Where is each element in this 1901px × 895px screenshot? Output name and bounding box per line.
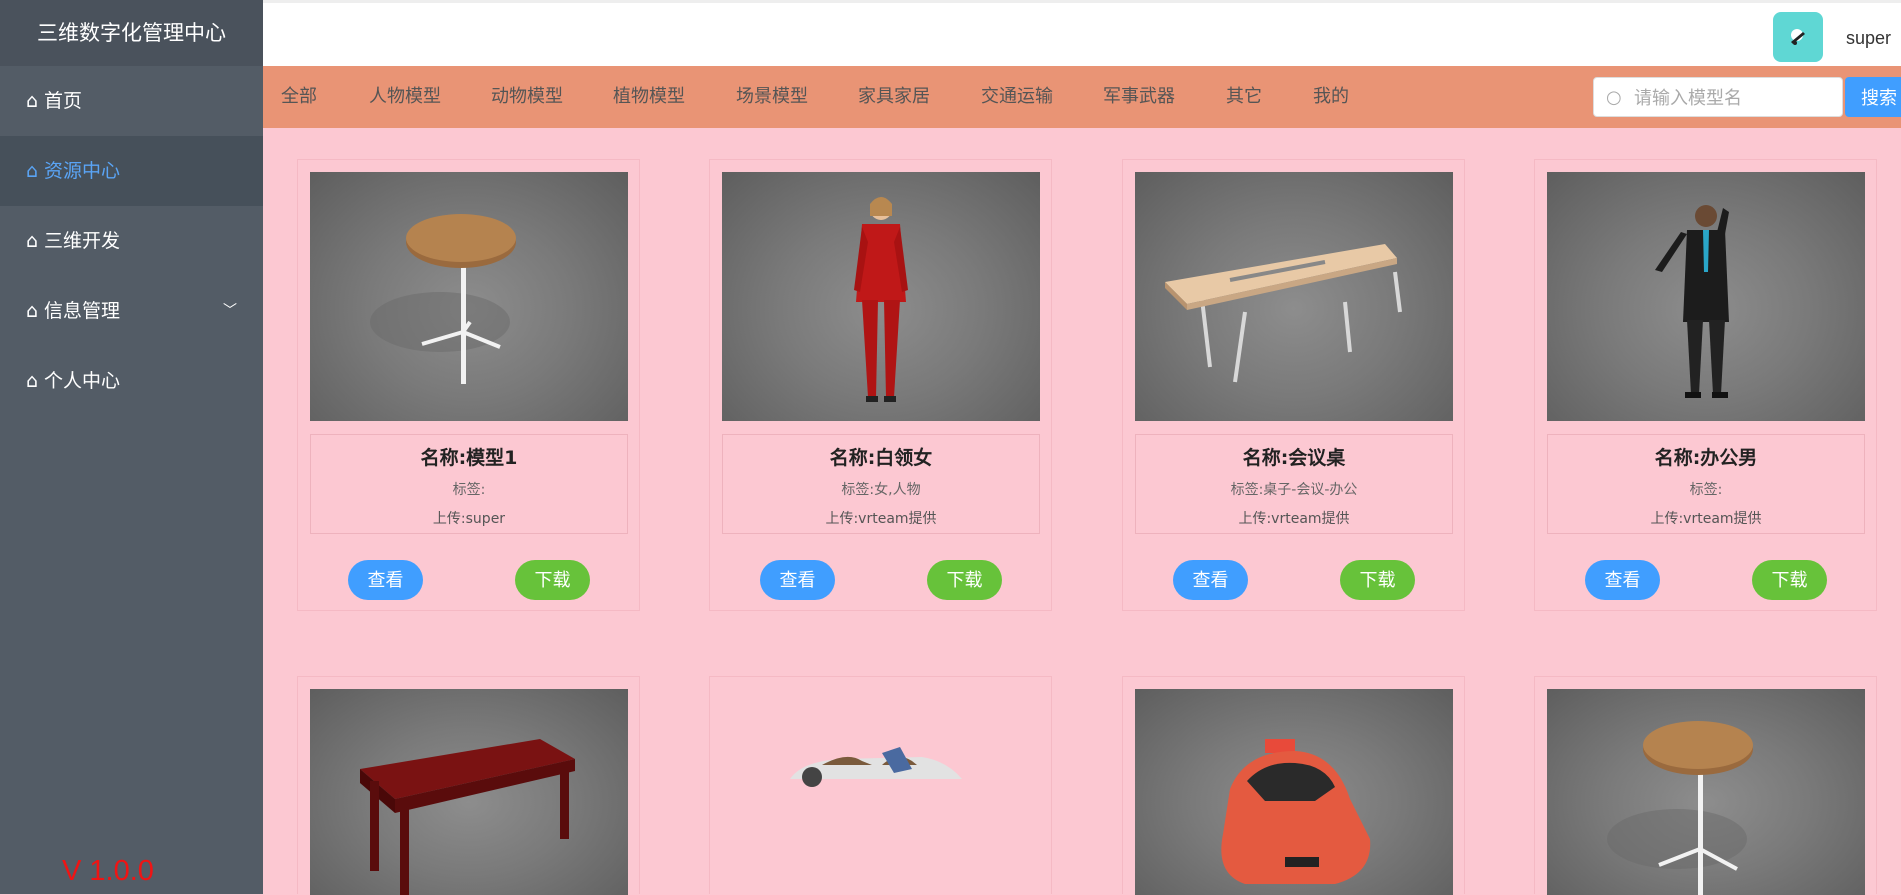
model-tags: 标签: [452,482,486,498]
round-table-image [370,214,516,384]
home-icon: ⌂ [26,370,39,392]
model-thumbnail[interactable] [1135,172,1453,421]
model-info: 名称:白领女 标签:女,人物 上传:vrteam提供 [722,434,1040,534]
home-icon: ⌂ [26,160,39,182]
username[interactable]: super [1846,3,1891,73]
category-tab-mine[interactable]: 我的 [1313,66,1349,128]
search-icon: ○ [1606,87,1622,108]
model-thumbnail[interactable] [722,689,1040,895]
model-uploader: 上传:vrteam提供 [1238,511,1350,527]
download-button[interactable]: 下载 [1340,560,1415,600]
round-table-image [1607,721,1753,895]
model-uploader: 上传:vrteam提供 [1650,511,1762,527]
avatar[interactable] [1773,12,1823,62]
chevron-down-icon: ﹀ [223,303,237,319]
view-button[interactable]: 查看 [1173,560,1248,600]
model-card: 名称:办公男 标签: 上传:vrteam提供 查看 下载 [1534,159,1877,611]
sidebar: 三维数字化管理中心 ⌂ 首页 ⌂ 资源中心 ⌂ 三维开发 ⌂ 信息管理 ﹀ ⌂ 个人中心 … [0,0,263,894]
sidebar-item-personal-center[interactable]: ⌂ 个人中心 [0,346,263,416]
view-button[interactable]: 查看 [760,560,835,600]
category-tab-military[interactable]: 军事武器 [1103,66,1175,128]
model-card: 名称:会议桌 标签:桌子-会议-办公 上传:vrteam提供 查看 下载 [1122,159,1465,611]
model-card [297,676,640,895]
search-button[interactable]: 搜索 [1845,77,1901,117]
category-tab-people[interactable]: 人物模型 [369,66,441,128]
download-button[interactable]: 下载 [515,560,590,600]
model-card: 名称:模型1 标签: 上传:super 查看 下载 [297,159,640,611]
sidebar-item-label: 三维开发 [44,230,121,252]
model-tags: 标签: [1689,482,1723,498]
model-info: 名称:会议桌 标签:桌子-会议-办公 上传:vrteam提供 [1135,434,1453,534]
model-thumbnail[interactable] [310,689,628,895]
model-name: 名称:模型1 [420,447,518,469]
businessman-image [1655,205,1729,398]
model-name: 名称:办公男 [1654,447,1758,469]
model-tags: 标签:女,人物 [841,482,921,498]
search-input[interactable] [1632,78,1836,118]
category-tab-other[interactable]: 其它 [1226,66,1262,128]
download-button[interactable]: 下载 [927,560,1002,600]
sidebar-item-label: 信息管理 [44,300,121,322]
category-tab-furniture[interactable]: 家具家居 [858,66,930,128]
sidebar-item-resource-center[interactable]: ⌂ 资源中心 [0,136,263,206]
avatar-icon [1791,29,1805,45]
model-thumbnail[interactable] [1547,172,1865,421]
sidebar-item-info-management[interactable]: ⌂ 信息管理 ﹀ [0,276,263,346]
sidebar-item-label: 个人中心 [44,370,121,392]
model-thumbnail[interactable] [1135,689,1453,895]
model-info: 名称:办公男 标签: 上传:vrteam提供 [1547,434,1865,534]
category-tab-animals[interactable]: 动物模型 [491,66,563,128]
sidebar-item-label: 资源中心 [44,160,121,182]
home-icon: ⌂ [26,230,39,252]
category-tab-scenes[interactable]: 场景模型 [736,66,808,128]
app-title: 三维数字化管理中心 [0,0,263,66]
conference-table-image [1165,244,1402,383]
model-uploader: 上传:super [432,511,506,527]
model-card [709,676,1052,895]
sidebar-item-home[interactable]: ⌂ 首页 [0,66,263,136]
home-icon: ⌂ [26,300,39,322]
version-label: V 1.0.0 [62,855,154,887]
taxi-image [1221,739,1371,884]
sidebar-item-3d-dev[interactable]: ⌂ 三维开发 [0,206,263,276]
model-thumbnail[interactable] [310,172,628,421]
model-card [1122,676,1465,895]
model-info: 名称:模型1 标签: 上传:super [310,434,628,534]
model-thumbnail[interactable] [722,172,1040,421]
category-tab-transport[interactable]: 交通运输 [981,66,1053,128]
view-button[interactable]: 查看 [348,560,423,600]
category-tab-plants[interactable]: 植物模型 [613,66,685,128]
woman-red-suit-image [854,197,908,402]
model-name: 名称:白领女 [829,447,933,469]
search-box: ○ [1593,77,1843,118]
home-icon: ⌂ [26,90,39,112]
model-thumbnail[interactable] [1547,689,1865,895]
category-tab-all[interactable]: 全部 [281,66,317,128]
top-bar: super [263,0,1901,66]
convertible-car-image [790,747,962,787]
view-button[interactable]: 查看 [1585,560,1660,600]
sidebar-item-label: 首页 [44,90,83,112]
download-button[interactable]: 下载 [1752,560,1827,600]
model-name: 名称:会议桌 [1242,447,1346,469]
red-table-image [360,739,575,895]
model-card: 名称:白领女 标签:女,人物 上传:vrteam提供 查看 下载 [709,159,1052,611]
model-card [1534,676,1877,895]
model-uploader: 上传:vrteam提供 [825,511,937,527]
model-tags: 标签:桌子-会议-办公 [1230,482,1358,498]
